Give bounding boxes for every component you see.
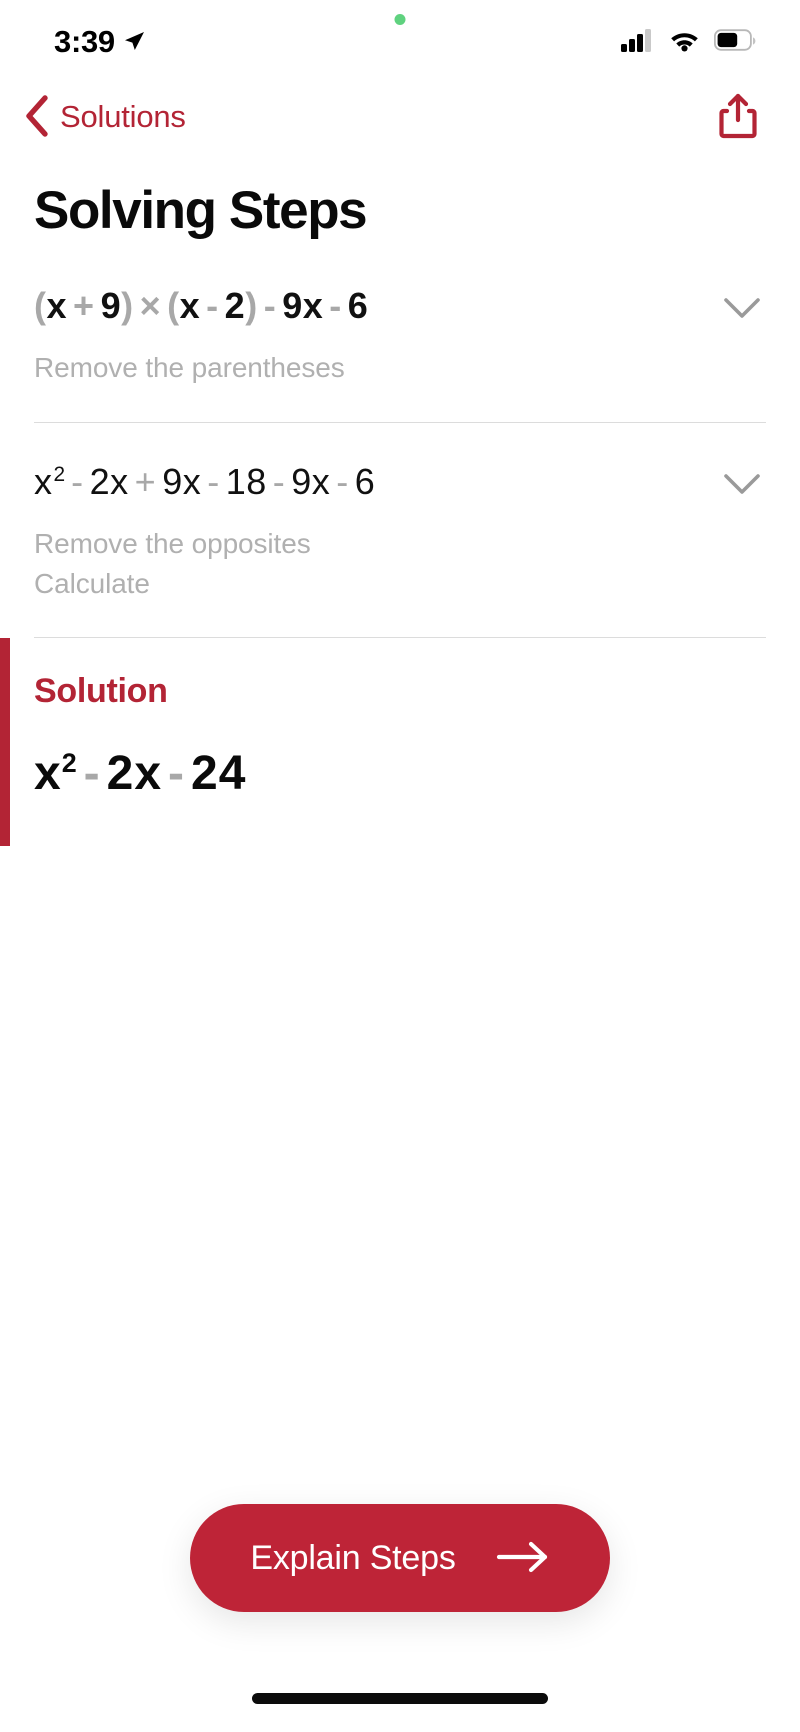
- back-button-label: Solutions: [60, 99, 186, 134]
- home-indicator: [252, 1693, 548, 1704]
- cta-container: Explain Steps: [0, 1504, 800, 1612]
- step-hints: Remove the parentheses: [34, 348, 766, 388]
- app-screen: 3:39 Solutions Solving Steps (x + 9) × (…: [0, 0, 800, 1732]
- navigation-bar: Solutions: [0, 78, 800, 156]
- cellular-signal-icon: [621, 28, 655, 57]
- status-time: 3:39: [54, 24, 115, 59]
- step-item[interactable]: x2-2x +9x -18-9x -6 Remove the opposites Cal…: [0, 461, 800, 604]
- step-item[interactable]: (x +9) × (x -2) -9x -6 Remove the parentheses: [0, 285, 800, 388]
- chevron-left-icon: [24, 94, 50, 140]
- status-bar-left: 3:39: [54, 18, 146, 60]
- back-button[interactable]: Solutions: [18, 91, 192, 144]
- step-hint-line: Remove the opposites: [34, 527, 311, 559]
- step-hint-line: Remove the parentheses: [34, 352, 345, 383]
- explain-steps-label: Explain Steps: [250, 1538, 456, 1577]
- step-expression: x2-2x +9x -18-9x -6: [34, 460, 376, 502]
- status-bar: 3:39: [0, 0, 800, 78]
- share-button[interactable]: [714, 88, 762, 147]
- location-arrow-icon: [122, 29, 146, 58]
- solution-block: Solution x2-2x -24: [0, 638, 800, 847]
- step-hint-line: Calculate: [34, 567, 150, 599]
- explain-steps-button[interactable]: Explain Steps: [190, 1504, 610, 1612]
- green-privacy-dot-icon: [394, 14, 406, 25]
- arrow-right-icon: [496, 1540, 550, 1577]
- step-header-row: (x +9) × (x -2) -9x -6: [34, 285, 766, 326]
- step-hints: Remove the opposites Calculate: [34, 524, 766, 604]
- wifi-icon: [668, 28, 701, 57]
- chevron-down-icon[interactable]: [710, 461, 762, 502]
- step-expression: (x +9) × (x -2) -9x -6: [34, 285, 369, 326]
- solution-expression: x2-2x -24: [34, 747, 247, 801]
- share-icon: [718, 93, 758, 143]
- status-bar-right: [621, 22, 756, 57]
- page-title: Solving Steps: [34, 181, 368, 240]
- solution-accent-bar: [0, 638, 10, 847]
- solution-label: Solution: [34, 672, 168, 711]
- solving-steps-list: (x +9) × (x -2) -9x -6 Remove the parentheses …: [0, 285, 800, 847]
- chevron-down-icon[interactable]: [710, 285, 762, 326]
- battery-icon: [713, 28, 756, 57]
- step-header-row: x2-2x +9x -18-9x -6: [34, 461, 766, 502]
